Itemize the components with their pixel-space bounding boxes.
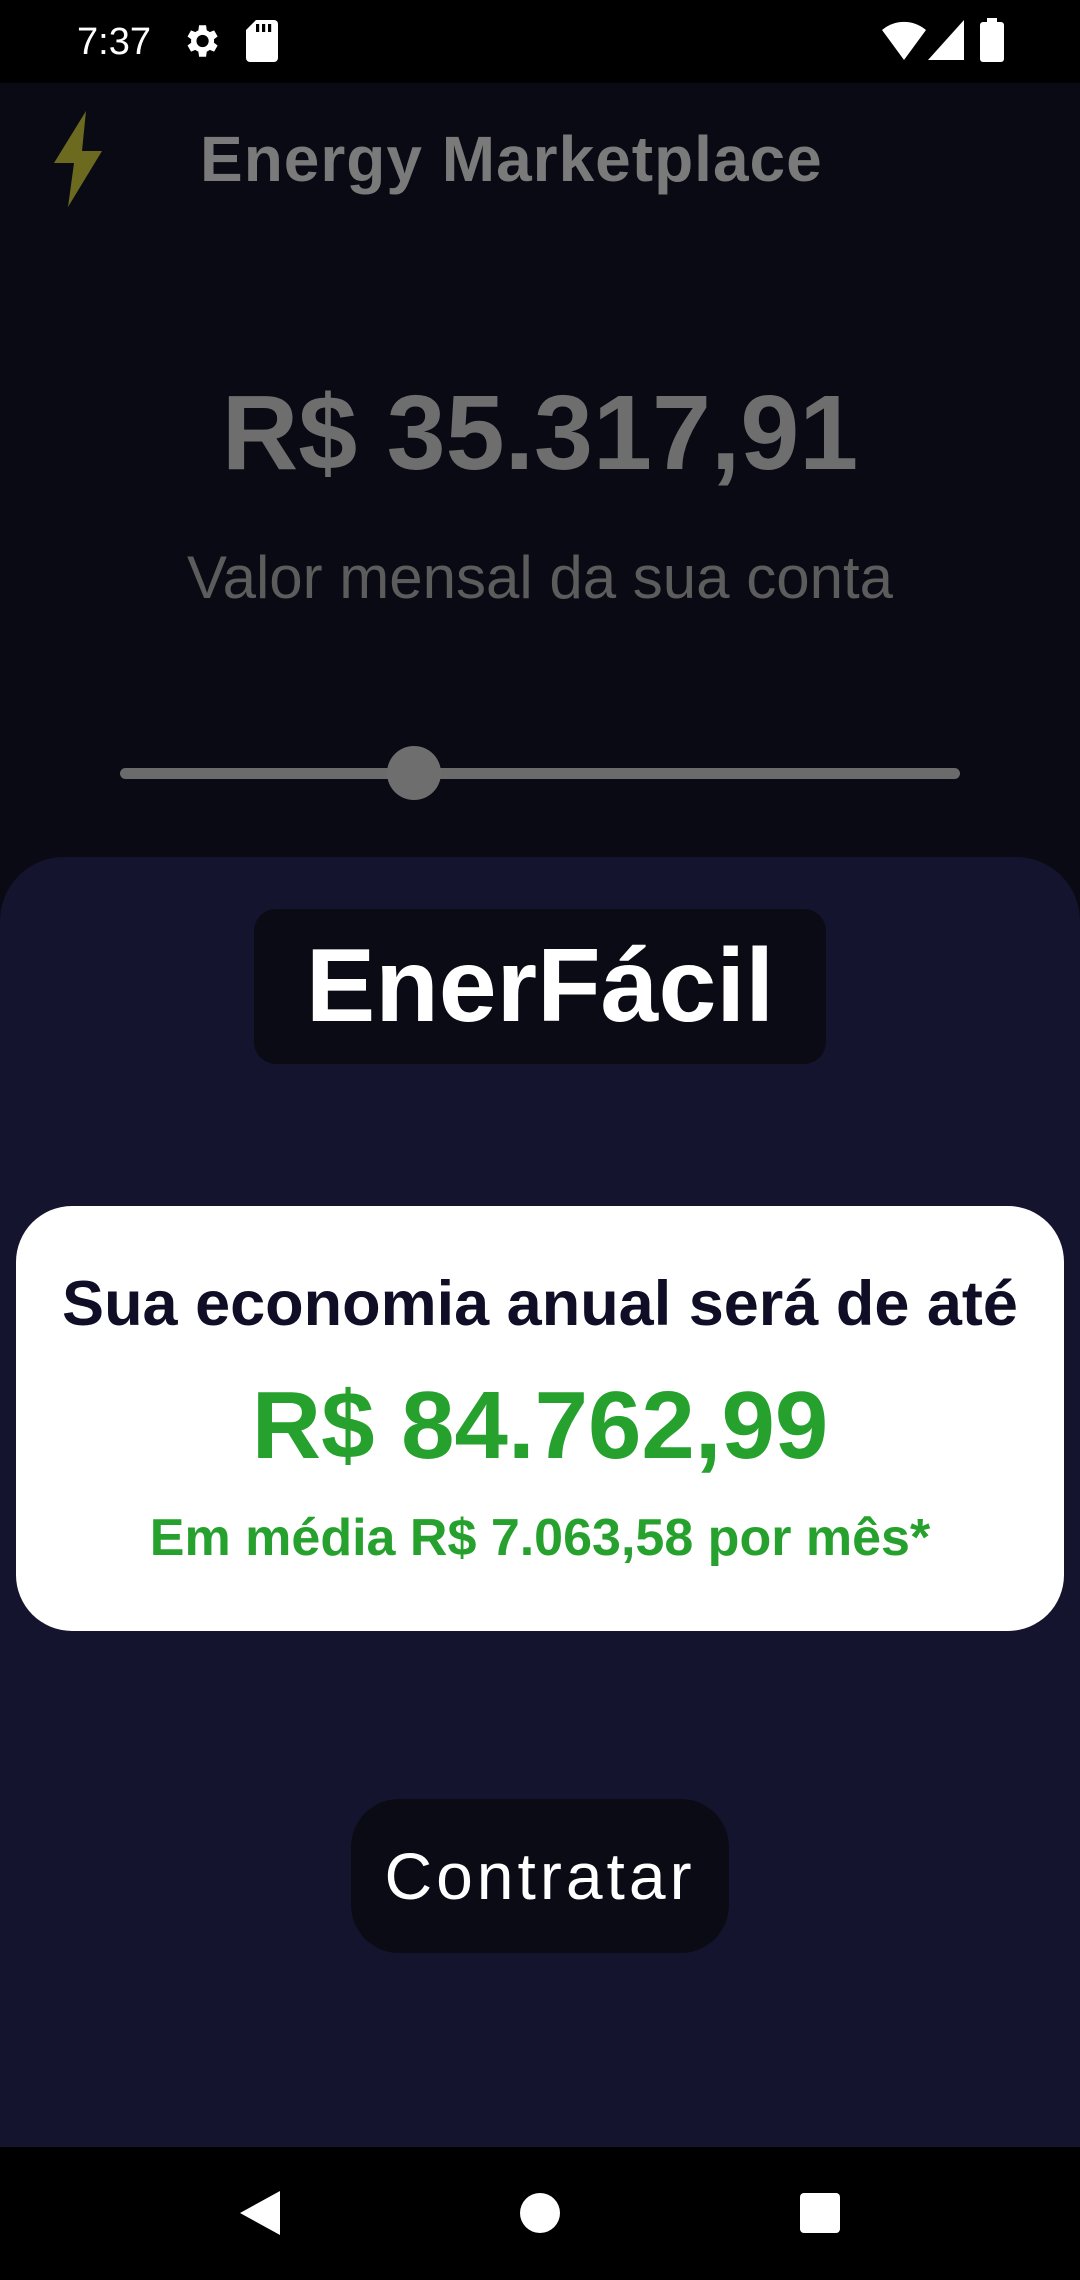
monthly-savings-text: Em média R$ 7.063,58 por mês*: [149, 1509, 931, 1567]
offer-sheet: EnerFácil Sua economia anual será de até…: [0, 857, 1080, 2147]
contract-button[interactable]: Contratar: [351, 1799, 729, 1953]
lightning-bolt-icon: [50, 111, 106, 207]
app-title: Energy Marketplace: [200, 123, 823, 195]
slider-thumb[interactable]: [387, 746, 441, 800]
bill-slider[interactable]: [120, 743, 960, 803]
toolbar: Energy Marketplace: [0, 83, 1080, 233]
provider-name: EnerFácil: [254, 909, 826, 1064]
navigation-bar: [0, 2147, 1080, 2280]
recents-icon[interactable]: [790, 2183, 850, 2243]
monthly-bill-caption: Valor mensal da sua conta: [187, 544, 893, 611]
savings-heading: Sua economia anual será de até: [62, 1269, 1018, 1339]
savings-card: Sua economia anual será de até R$ 84.762…: [16, 1206, 1064, 1631]
status-time: 7:37: [77, 21, 151, 63]
sd-card-icon: [246, 20, 278, 67]
annual-savings-value: R$ 84.762,99: [251, 1372, 829, 1479]
back-icon[interactable]: [230, 2183, 290, 2243]
slider-track[interactable]: [120, 768, 960, 779]
gear-icon: [180, 20, 222, 67]
home-icon[interactable]: [510, 2183, 570, 2243]
battery-icon: [980, 18, 1004, 67]
signal-icon: [928, 20, 964, 65]
monthly-bill-value: R$ 35.317,91: [221, 374, 859, 492]
wifi-icon: [882, 20, 926, 65]
status-bar: 7:37: [0, 0, 1080, 83]
